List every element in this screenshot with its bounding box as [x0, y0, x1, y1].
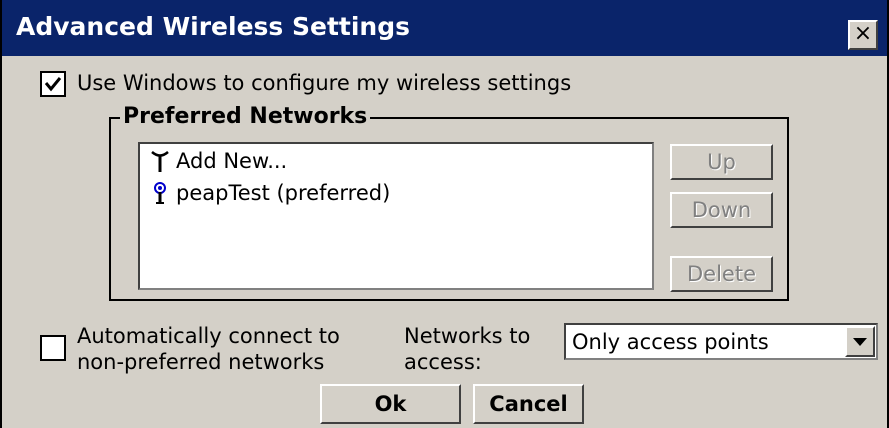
delete-button[interactable]: Delete — [670, 256, 773, 292]
auto-connect-checkbox[interactable] — [40, 335, 66, 361]
networks-to-access-label-line2: access: — [404, 350, 482, 374]
chevron-down-icon — [853, 338, 867, 346]
preferred-networks-list[interactable]: Add New... peapTest (preferred) — [138, 142, 654, 290]
close-icon: × — [853, 21, 873, 46]
preferred-networks-legend: Preferred Networks — [120, 104, 371, 130]
up-button[interactable]: Up — [670, 144, 773, 180]
networks-to-access-select[interactable]: Only access points — [564, 323, 878, 360]
advanced-wireless-settings-dialog: Advanced Wireless Settings × Use Windows… — [0, 0, 889, 428]
auto-connect-label-line2[interactable]: non-preferred networks — [77, 349, 324, 375]
use-windows-label[interactable]: Use Windows to configure my wireless set… — [77, 70, 571, 96]
down-button[interactable]: Down — [670, 192, 773, 228]
cancel-button[interactable]: Cancel — [473, 384, 584, 424]
wireless-network-icon — [154, 182, 166, 204]
checkmark-icon — [44, 77, 62, 92]
antenna-icon — [151, 151, 169, 172]
auto-connect-label-line1[interactable]: Automatically connect to — [77, 323, 340, 349]
close-button[interactable]: × — [848, 20, 878, 50]
title-bar[interactable]: Advanced Wireless Settings × — [2, 0, 887, 56]
networks-to-access-value: Only access points — [572, 330, 769, 354]
dropdown-arrow-button[interactable] — [845, 326, 875, 357]
window-title: Advanced Wireless Settings — [16, 12, 411, 41]
networks-to-access-label-line1: Networks to — [404, 324, 531, 348]
ok-button[interactable]: Ok — [320, 384, 461, 424]
use-windows-checkbox[interactable] — [40, 71, 66, 97]
